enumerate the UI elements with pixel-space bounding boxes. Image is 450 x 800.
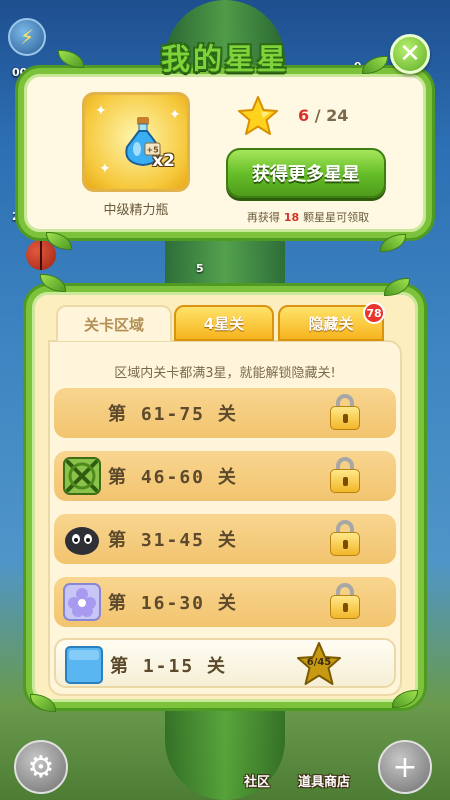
tab-level-area[interactable]: 关卡区域: [56, 305, 172, 341]
tab-four-star[interactable]: 4星关: [174, 305, 274, 341]
plus-icon: +: [392, 749, 418, 785]
level-range-label: 第 16-30 关: [108, 593, 238, 614]
reward-item-card: ✦ ✦ ✦ +5 x2: [82, 92, 190, 192]
map-level-number: 5: [196, 262, 204, 275]
star-icon: [238, 96, 278, 135]
purple-flower-icon: [63, 583, 101, 621]
level-range-row[interactable]: 第 46-60 关: [54, 451, 396, 501]
gear-icon: ⚙: [27, 749, 55, 785]
level-range-label: 第 31-45 关: [108, 530, 238, 551]
close-icon: ✕: [399, 39, 421, 69]
black-blob-icon: [65, 527, 99, 555]
star-progress: 6 / 24: [298, 106, 348, 125]
lock-icon: [330, 583, 360, 619]
level-range-label: 第 46-60 关: [108, 467, 238, 488]
hint-prefix: 再获得: [246, 211, 280, 224]
sparkle-icon: ✦: [99, 161, 111, 177]
add-button[interactable]: +: [378, 740, 432, 794]
star-progress-separator: /: [314, 106, 321, 125]
stars-earned: 6/45: [306, 657, 332, 668]
sparkle-icon: ✦: [169, 107, 181, 123]
star-current-count: 6: [298, 106, 310, 125]
level-range-row[interactable]: 第 61-75 关: [54, 388, 396, 438]
vine-wreath-icon: [63, 457, 101, 495]
sparkle-icon: ✦: [95, 103, 107, 119]
settings-button[interactable]: ⚙: [14, 740, 68, 794]
lock-icon: [330, 457, 360, 493]
item-shop-button[interactable]: 道具商店: [298, 771, 350, 790]
level-range-row[interactable]: 第 1-15 关 6/45: [54, 638, 396, 688]
hint-number: 18: [283, 211, 300, 224]
get-more-stars-button[interactable]: 获得更多星星: [226, 148, 386, 198]
level-range-row[interactable]: 第 16-30 关: [54, 577, 396, 627]
hidden-levels-badge: 78: [363, 302, 385, 324]
blue-tile-icon: [65, 646, 103, 684]
level-range-label: 第 1-15 关: [110, 656, 228, 677]
dialog-title: 我的星星: [160, 42, 289, 76]
reward-item-name: 中级精力瓶: [103, 203, 169, 218]
community-button[interactable]: 社区: [244, 771, 270, 790]
close-button[interactable]: ✕: [390, 34, 430, 74]
lock-icon: [330, 520, 360, 556]
hint-suffix: 颗星星可领取: [303, 211, 370, 224]
lock-icon: [330, 394, 360, 430]
reward-item-count: x2: [152, 151, 175, 171]
star-total-count: 24: [326, 106, 349, 125]
reward-hint: 再获得 18 颗星星可领取: [228, 209, 388, 225]
level-range-label: 第 61-75 关: [108, 404, 238, 425]
unlock-notice: 区域内关卡都满3星，就能解锁隐藏关!: [114, 366, 336, 381]
level-range-row[interactable]: 第 31-45 关: [54, 514, 396, 564]
